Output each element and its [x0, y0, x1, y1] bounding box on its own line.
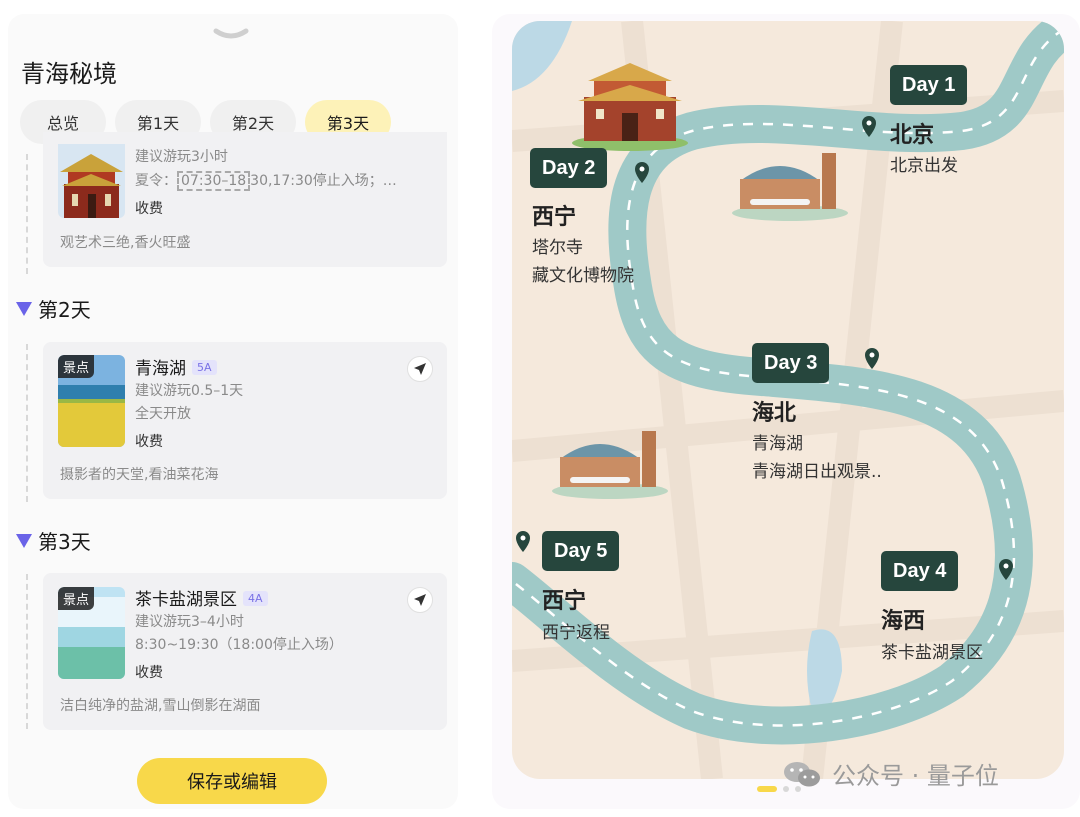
place-fee: 收费 — [135, 201, 163, 217]
day-header-2: 第2天 — [16, 294, 91, 323]
day-tag-1[interactable]: Day 1 — [890, 65, 968, 105]
place-suggest-time: 建议游玩3小时 — [135, 149, 228, 165]
stop-city: 西宁 — [542, 589, 587, 614]
stop-detail: 茶卡盐湖景区 — [881, 643, 983, 663]
navigate-icon[interactable] — [407, 356, 433, 382]
timeline-line — [26, 344, 28, 502]
collapse-handle-icon[interactable] — [213, 28, 249, 42]
place-hours: 全天开放 — [135, 406, 191, 422]
stop-detail: 青海湖日出观景.. — [752, 462, 882, 482]
day-tag-4[interactable]: Day 4 — [881, 551, 959, 591]
day-tag-5[interactable]: Day 5 — [542, 531, 620, 571]
wechat-icon — [784, 761, 820, 786]
navigate-icon[interactable] — [407, 587, 433, 613]
trip-title: 青海秘境 — [21, 60, 117, 88]
route-map[interactable]: Day 1 北京 北京出发 Day 2 西宁 塔尔寺 藏文化博物院 Day 3 … — [512, 21, 1064, 779]
airport-illustration — [552, 431, 668, 499]
route-map-panel: Day 1 北京 北京出发 Day 2 西宁 塔尔寺 藏文化博物院 Day 3 … — [492, 14, 1080, 809]
place-suggest-time: 建议游玩0.5–1天 — [135, 383, 244, 399]
stop-city: 海北 — [752, 401, 797, 426]
place-fee: 收费 — [135, 434, 163, 450]
place-type-badge: 景点 — [58, 355, 95, 378]
day-tag-2[interactable]: Day 2 — [530, 148, 608, 188]
hours-highlight: 07:30–18 — [177, 171, 251, 191]
stop-detail: 西宁返程 — [542, 623, 610, 643]
salt-lake-thumbnail: 景点 — [58, 587, 125, 679]
stop-city: 西宁 — [532, 205, 577, 230]
scenic-level-badge: 5A — [192, 360, 217, 375]
place-name[interactable]: 茶卡盐湖景区 4A — [135, 585, 268, 610]
location-pin-icon — [635, 162, 649, 183]
triangle-down-icon — [16, 533, 32, 548]
lake-thumbnail: 景点 — [58, 355, 125, 447]
watermark: 公众号 · 量子位 — [782, 756, 999, 791]
day-header-3: 第3天 — [16, 526, 91, 555]
location-pin-icon — [865, 348, 879, 369]
stop-detail: 北京出发 — [890, 156, 958, 176]
place-suggest-time: 建议游玩3–4小时 — [135, 614, 244, 630]
stop-detail: 藏文化博物院 — [532, 266, 634, 286]
place-hours: 夏令： 07:30–18 30,17:30停止入场；… — [135, 171, 397, 191]
stop-detail: 青海湖 — [752, 434, 803, 454]
location-pin-icon — [999, 559, 1013, 580]
day-tag-3[interactable]: Day 3 — [752, 343, 830, 383]
page-indicator — [757, 786, 801, 792]
timeline-line — [26, 574, 28, 729]
airport-illustration — [732, 153, 848, 221]
scenic-level-badge: 4A — [243, 591, 268, 606]
place-description: 洁白纯净的盐湖,雪山倒影在湖面 — [60, 698, 261, 714]
stop-city: 北京 — [890, 123, 935, 148]
place-card-temple[interactable]: 建议游玩3小时 夏令： 07:30–18 30,17:30停止入场；… 收费 观艺术… — [43, 132, 447, 267]
itinerary-panel: 青海秘境 总览 第1天 第2天 第3天 建议游玩3小时 夏令： 07:30–18 3… — [8, 14, 458, 809]
temple-illustration — [572, 63, 688, 151]
place-card-chaka-salt-lake[interactable]: 景点 茶卡盐湖景区 4A 建议游玩3–4小时 8:30~19:30（18:00停止… — [43, 573, 447, 730]
place-description: 观艺术三绝,香火旺盛 — [60, 235, 191, 251]
place-type-badge: 景点 — [58, 587, 95, 610]
temple-thumbnail — [58, 144, 125, 218]
location-pin-icon — [516, 531, 530, 552]
place-description: 摄影者的天堂,看油菜花海 — [60, 467, 219, 483]
page-dot[interactable] — [783, 786, 789, 792]
place-fee: 收费 — [135, 665, 163, 681]
stop-detail: 塔尔寺 — [532, 238, 583, 258]
place-card-qinghai-lake[interactable]: 景点 青海湖 5A 建议游玩0.5–1天 全天开放 收费 摄影者的天堂,看油菜花海 — [43, 342, 447, 499]
page-dot-active[interactable] — [757, 786, 777, 792]
page-dot[interactable] — [795, 786, 801, 792]
place-hours: 8:30~19:30（18:00停止入场） — [135, 637, 343, 653]
place-name[interactable]: 青海湖 5A — [135, 354, 217, 379]
timeline-line — [26, 154, 28, 274]
location-pin-icon — [862, 116, 876, 137]
save-or-edit-button[interactable]: 保存或编辑 — [137, 758, 327, 804]
triangle-down-icon — [16, 301, 32, 316]
stop-city: 海西 — [881, 609, 926, 634]
